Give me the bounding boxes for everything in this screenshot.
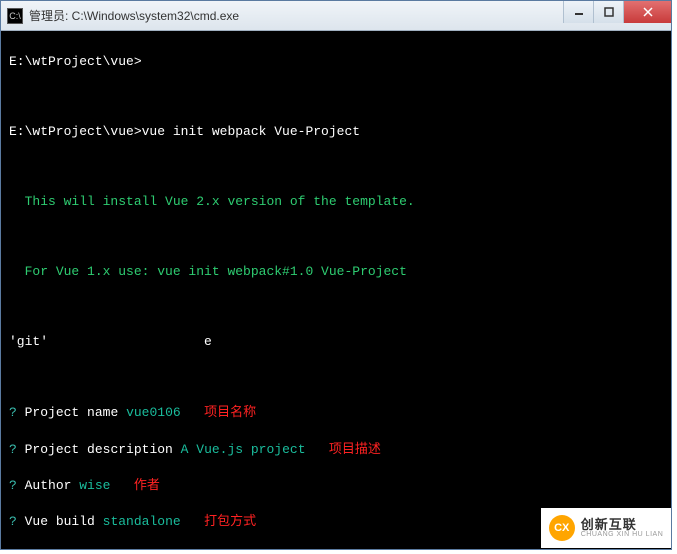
question-label: Author [25, 478, 72, 493]
minimize-button[interactable] [563, 1, 593, 23]
close-icon [643, 7, 653, 17]
terminal-output[interactable]: E:\wtProject\vue> E:\wtProject\vue>vue i… [1, 31, 671, 549]
info-text: This will install Vue 2.x version of the… [25, 194, 415, 209]
logo-mark-icon: CX [549, 515, 575, 541]
annotation: 打包方式 [204, 513, 256, 528]
annotation: 项目名称 [204, 404, 256, 419]
prompt: E:\wtProject\vue> [9, 54, 142, 69]
close-button[interactable] [623, 1, 671, 23]
titlebar: C:\ 管理员: C:\Windows\system32\cmd.exe [1, 1, 671, 31]
info-text: For Vue 1.x use: vue init webpack#1.0 Vu… [25, 264, 407, 279]
question-value: vue0106 [126, 405, 181, 420]
question-value: standalone [103, 514, 181, 529]
logo-text-cn: 创新互联 [581, 518, 664, 531]
maximize-button[interactable] [593, 1, 623, 23]
watermark-logo: CX 创新互联 CHUANG XIN HU LIAN [541, 508, 671, 548]
git-line: 'git' e [9, 334, 212, 349]
question-label: Vue build [25, 514, 95, 529]
question-mark-icon: ? [9, 405, 17, 420]
prompt: E:\wtProject\vue> [9, 124, 142, 139]
question-mark-icon: ? [9, 478, 17, 493]
question-value: A Vue.js project [181, 442, 306, 457]
question-mark-icon: ? [9, 514, 17, 529]
question-mark-icon: ? [9, 442, 17, 457]
maximize-icon [604, 7, 614, 17]
cmd-icon: C:\ [7, 8, 23, 24]
question-value: wise [79, 478, 110, 493]
annotation: 作者 [134, 477, 160, 492]
annotation: 项目描述 [329, 441, 381, 456]
logo-text-pinyin: CHUANG XIN HU LIAN [581, 531, 664, 538]
titlebar-left: C:\ 管理员: C:\Windows\system32\cmd.exe [1, 7, 239, 24]
cmd-window: C:\ 管理员: C:\Windows\system32\cmd.exe E:\… [0, 0, 672, 550]
window-controls [563, 1, 671, 30]
minimize-icon [574, 7, 584, 17]
command-text: vue init webpack Vue-Project [142, 124, 360, 139]
window-title: 管理员: C:\Windows\system32\cmd.exe [29, 7, 239, 24]
question-label: Project description [25, 442, 173, 457]
question-label: Project name [25, 405, 119, 420]
